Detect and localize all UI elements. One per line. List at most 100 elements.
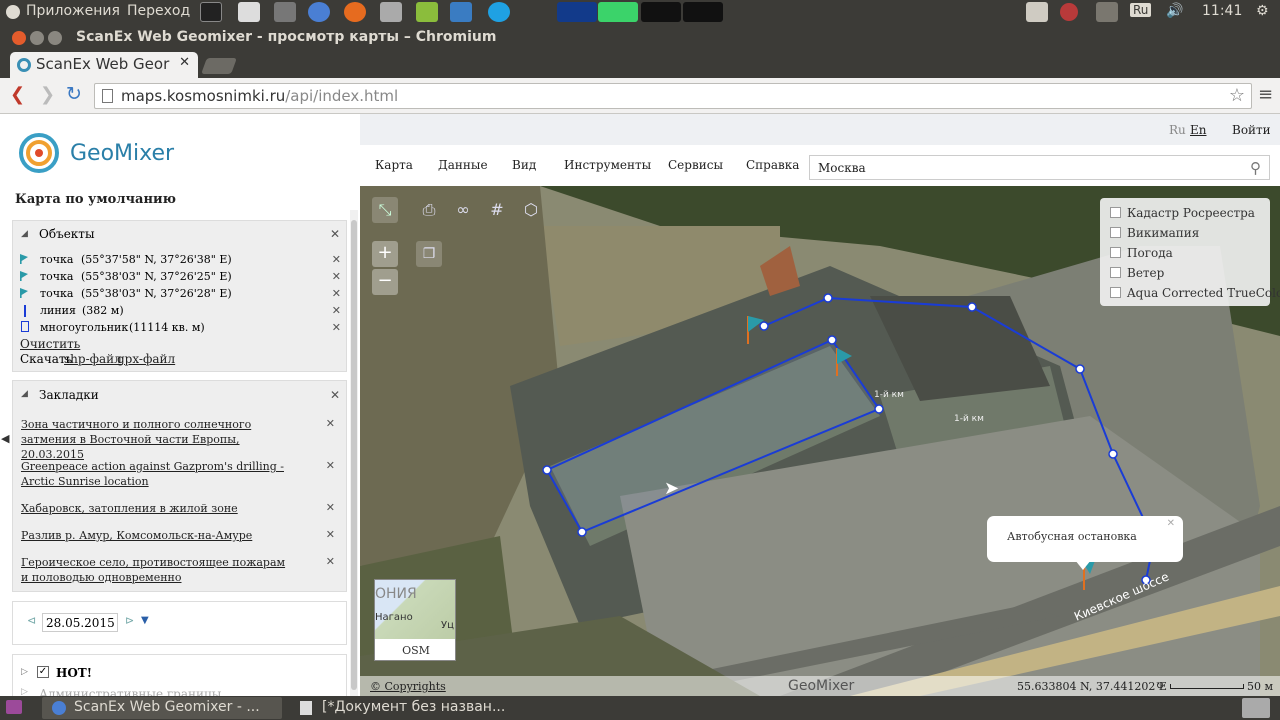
fullscreen-icon[interactable]: ⤡ [372,197,398,223]
remove-bookmark-icon[interactable]: ✕ [326,459,335,472]
qgis-icon[interactable] [416,2,438,22]
clock[interactable]: 11:41 [1202,3,1242,19]
tab-geomixer[interactable]: ScanEx Web Geor ✕ [10,52,198,78]
address-bar[interactable]: maps.kosmosnimki.ru/api/index.html ☆ [94,83,1252,109]
bookmark-link[interactable]: Greenpeace action against Gazprom's dril… [21,459,289,489]
shp-download-link[interactable]: shp-файл [64,352,122,366]
zoom-out-icon[interactable]: − [372,269,398,295]
chromium-icon[interactable] [308,2,330,22]
vertex-handle[interactable] [823,293,833,303]
object-item[interactable]: точка (55°38'03" N, 37°26'25" E) ✕ [19,270,341,286]
remove-bookmark-icon[interactable]: ✕ [326,417,335,430]
remove-object-icon[interactable]: ✕ [332,253,341,266]
next-date-icon[interactable]: ⊳ [125,614,134,627]
copyright-link[interactable]: © Copyrights [370,680,446,693]
admin-layer-label[interactable]: Административные границы [39,687,221,696]
object-item[interactable]: многоугольник (11114 кв. м) ✕ [19,321,341,337]
vertex-handle[interactable] [577,527,587,537]
transfer-icon[interactable] [1096,2,1118,22]
remove-bookmark-icon[interactable]: ✕ [326,501,335,514]
print-icon[interactable]: ⎙ [416,197,442,223]
remove-bookmark-icon[interactable]: ✕ [326,528,335,541]
trash-icon[interactable] [1242,698,1270,718]
vertex-handle[interactable] [1075,364,1085,374]
close-bookmarks-icon[interactable]: ✕ [330,388,340,402]
bookmark-link[interactable]: Разлив р. Амур, Комсомольск-на-Амуре [21,528,289,543]
layer-checkbox[interactable] [1110,207,1121,218]
bookmark-star-icon[interactable]: ☆ [1229,85,1245,106]
minimap[interactable]: ОНИЯ Нагано Уц OSM [374,579,456,661]
taskbar-item-document[interactable]: [*Документ без назван... [290,697,530,719]
drawn-polygon[interactable] [545,338,881,534]
taskbar-item-chromium[interactable]: ScanEx Web Geomixer - ... [42,697,282,719]
keyboard-layout[interactable]: Ru [1130,3,1152,17]
bookmark-link[interactable]: Зона частичного и полного солнечного зат… [21,417,289,462]
lock-icon[interactable] [1026,2,1048,22]
login-link[interactable]: Войти [1232,123,1271,137]
close-objects-icon[interactable]: ✕ [330,227,340,241]
layer-toggle[interactable]: Aqua Corrected TrueColor [1110,286,1280,302]
object-type[interactable]: точка [40,253,73,266]
object-item[interactable]: линия (382 м) ✕ [19,304,341,320]
show-desktop-icon[interactable] [6,700,22,714]
firefox-icon[interactable] [344,2,366,22]
menu-item[interactable]: Сервисы [668,158,723,172]
date-dropdown-icon[interactable]: ▼ [141,615,149,626]
collapse-triangle-icon[interactable]: ◢ [21,229,28,239]
tool-icon[interactable] [450,2,472,22]
remove-bookmark-icon[interactable]: ✕ [326,555,335,568]
draw-polygon-icon[interactable]: ⬡ [518,197,544,223]
back-icon[interactable]: ❮ [10,84,25,105]
sync-icon[interactable]: ↻ [1155,679,1164,692]
permalink-icon[interactable]: ∞ [450,197,476,223]
object-item[interactable]: точка (55°37'58" N, 37°26'38" E) ✕ [19,253,341,269]
vertex-handle[interactable] [759,321,769,331]
menu-item[interactable]: Инструменты [564,158,651,172]
search-input[interactable]: Москва [818,161,866,175]
base-layer-icon[interactable]: ❐ [416,241,442,267]
collapse-triangle-icon[interactable]: ◢ [21,389,28,399]
record-icon[interactable] [1060,3,1078,21]
menu-item[interactable]: Данные [438,158,488,172]
remove-object-icon[interactable]: ✕ [332,321,341,334]
close-window-button[interactable] [12,31,26,45]
vertex-handle[interactable] [827,335,837,345]
forward-icon[interactable]: ❯ [40,84,55,105]
maximize-window-button[interactable] [48,31,62,45]
layer-checkbox[interactable] [1110,267,1121,278]
menu-item[interactable]: Справка [746,158,799,172]
popup-close-icon[interactable]: ✕ [1167,518,1175,529]
layer-toggle[interactable]: Ветер [1110,266,1164,282]
map-canvas[interactable]: 1-й км 1-й км Киевское шоссе ⤡ ⎙ ∞ # ⬡ +… [360,186,1280,696]
clear-objects-link[interactable]: Очистить [20,337,80,351]
sidebar-scrollbar[interactable] [350,210,358,696]
terminal-icon[interactable] [200,2,222,22]
gear-icon[interactable]: ⚙ [1256,3,1269,19]
new-tab-button[interactable] [201,58,237,74]
layer-toggle[interactable]: Викимапия [1110,226,1199,242]
skype-icon[interactable] [488,2,510,22]
remove-object-icon[interactable]: ✕ [332,304,341,317]
menu-item[interactable]: Вид [512,158,536,172]
network-tool-icon[interactable] [274,2,296,22]
object-type[interactable]: линия [40,304,76,317]
collapse-sidebar-icon[interactable]: ◀ [1,432,9,445]
bookmark-link[interactable]: Героическое село, противостоящее пожарам… [21,555,289,585]
zoom-in-icon[interactable]: + [372,241,398,267]
prev-date-icon[interactable]: ⊲ [27,614,36,627]
volume-icon[interactable]: 🔊 [1166,3,1183,19]
remove-object-icon[interactable]: ✕ [332,287,341,300]
geomixer-logo[interactable]: GeoMixer [18,132,188,176]
menu-item[interactable]: Карта [375,158,413,172]
vertex-handle[interactable] [967,302,977,312]
layer-checkbox[interactable] [1110,227,1121,238]
search-box[interactable]: Москва ⚲ [809,155,1270,180]
layer-toggle[interactable]: Кадастр Росреестра [1110,206,1255,222]
remove-object-icon[interactable]: ✕ [332,270,341,283]
vertex-handle[interactable] [1108,449,1118,459]
browser-menu-icon[interactable]: ≡ [1258,84,1273,105]
layer-checkbox[interactable] [1110,287,1121,298]
object-type[interactable]: точка [40,287,73,300]
hot-layer-label[interactable]: HOT! [56,666,92,680]
object-type[interactable]: точка [40,270,73,283]
